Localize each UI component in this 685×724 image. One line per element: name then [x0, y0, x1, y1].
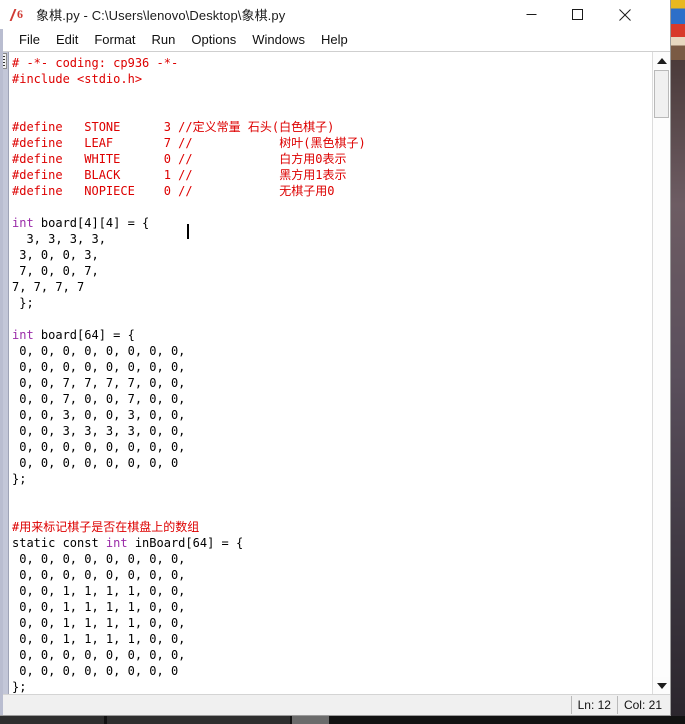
menu-item-help[interactable]: Help [313, 30, 356, 50]
vertical-scrollbar[interactable] [652, 52, 670, 694]
python-idle-icon: 6 [9, 7, 28, 22]
close-button[interactable] [602, 0, 648, 29]
taskbar-segment-active[interactable] [292, 716, 329, 724]
status-bar: Ln: 12 Col: 21 [0, 694, 670, 715]
title-bar[interactable]: 6 象棋.py - C:\Users\lenovo\Desktop\象棋.py [0, 0, 670, 29]
status-line-number: Ln: 12 [570, 696, 617, 714]
status-column-number: Col: 21 [616, 696, 668, 714]
source-code[interactable]: # -*- coding: cp936 -*- #include <stdio.… [12, 55, 652, 694]
desktop-wallpaper-top [671, 0, 685, 60]
screen: 6 象棋.py - C:\Users\lenovo\Desktop\象棋.py [0, 0, 685, 724]
scrollbar-thumb[interactable] [654, 70, 669, 118]
scroll-down-arrow-icon[interactable] [653, 677, 670, 694]
text-caret [187, 224, 189, 239]
menu-item-edit[interactable]: Edit [48, 30, 86, 50]
menu-item-format[interactable]: Format [86, 30, 143, 50]
idle-editor-window: 6 象棋.py - C:\Users\lenovo\Desktop\象棋.py [0, 0, 671, 716]
maximize-button[interactable] [554, 0, 600, 29]
window-left-edge [0, 29, 3, 715]
menu-item-options[interactable]: Options [183, 30, 244, 50]
editor-area: # -*- coding: cp936 -*- #include <stdio.… [0, 52, 670, 694]
scrollbar-track[interactable] [653, 69, 670, 677]
menu-item-windows[interactable]: Windows [244, 30, 313, 50]
minimize-button[interactable] [508, 0, 554, 29]
taskbar-segment[interactable] [107, 716, 290, 724]
menu-bar: File Edit Format Run Options Windows Hel… [0, 29, 670, 52]
taskbar-segment[interactable] [0, 716, 104, 724]
window-title: 象棋.py - C:\Users\lenovo\Desktop\象棋.py [36, 8, 286, 23]
menu-item-file[interactable]: File [11, 30, 48, 50]
taskbar[interactable] [0, 716, 685, 724]
menu-item-run[interactable]: Run [144, 30, 184, 50]
scroll-up-arrow-icon[interactable] [653, 52, 670, 69]
desktop-wallpaper-bottom [671, 60, 685, 716]
code-editor[interactable]: # -*- coding: cp936 -*- #include <stdio.… [9, 52, 652, 694]
